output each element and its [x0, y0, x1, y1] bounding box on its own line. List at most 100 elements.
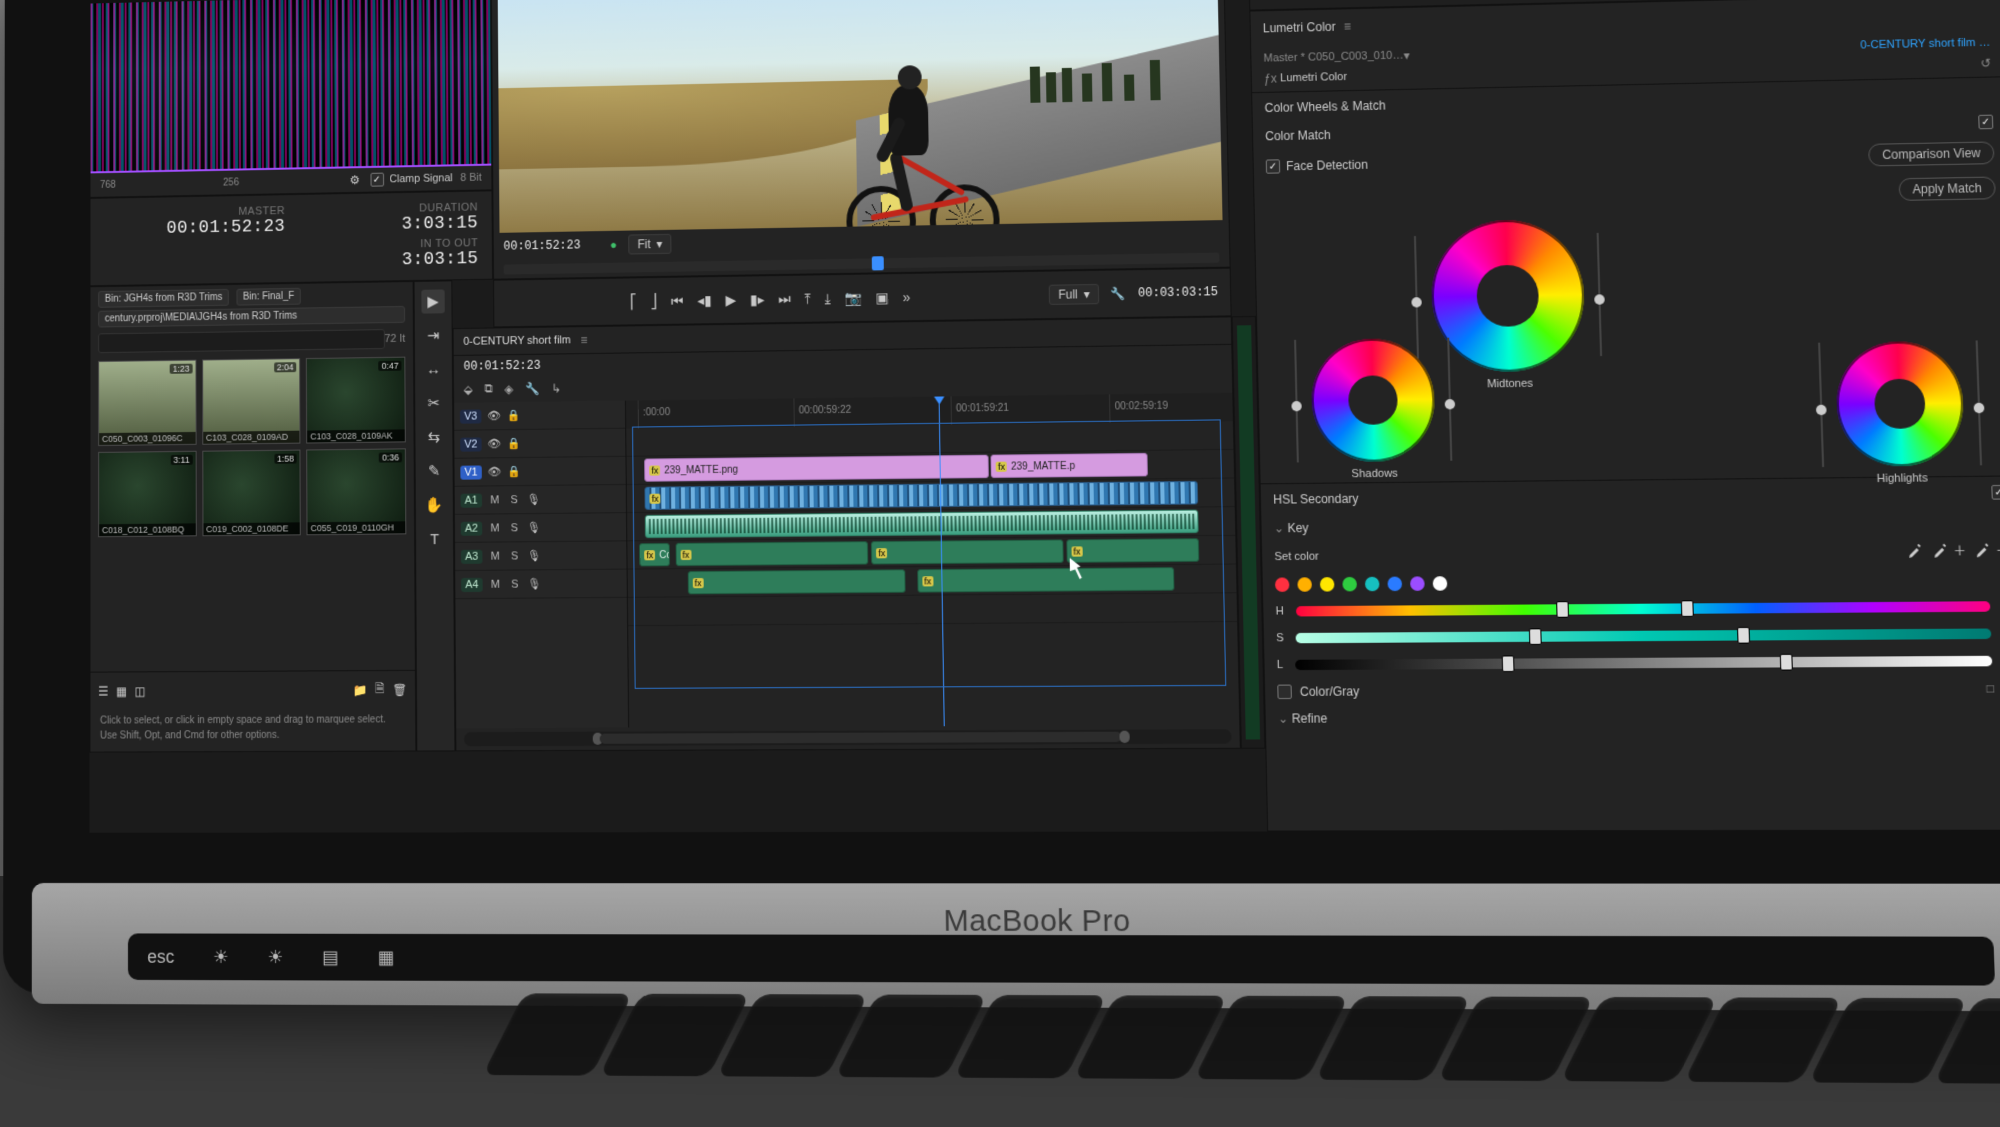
timeline-clip[interactable]: fx: [675, 541, 868, 566]
timeline-clip[interactable]: fx239_MATTE.png: [644, 455, 988, 482]
hand-tool[interactable]: ✋: [423, 493, 446, 517]
project-clip[interactable]: 0:36C055_C019_0110GH: [307, 448, 407, 535]
eyedropper-sub[interactable]: －: [1974, 541, 2000, 559]
hsl-key-label[interactable]: Key: [1287, 521, 1308, 536]
hsl-swatch[interactable]: [1297, 577, 1312, 592]
project-clip[interactable]: 1:58C019_C002_0108DE: [202, 450, 301, 537]
program-current-tc[interactable]: 00:01:52:23: [503, 238, 580, 253]
icon-view-icon[interactable]: ▦: [116, 684, 127, 698]
timeline-clip[interactable]: fx: [688, 569, 906, 594]
brightness-down-icon[interactable]: ☀︎: [213, 946, 229, 967]
mark-in-icon[interactable]: ⎡: [630, 293, 637, 310]
comparison-view-button[interactable]: Comparison View: [1868, 141, 1994, 166]
section-hsl[interactable]: HSL Secondary: [1273, 492, 1359, 507]
touch-bar[interactable]: esc ☀︎ ☀ ▤ ▦: [128, 933, 1995, 985]
section-color-wheels[interactable]: Color Wheels & Match: [1264, 98, 1385, 115]
list-view-icon[interactable]: ☰: [98, 684, 108, 698]
brightness-up-icon[interactable]: ☀: [267, 946, 283, 967]
type-tool[interactable]: T: [423, 527, 447, 551]
mission-control-icon[interactable]: ▤: [322, 946, 339, 967]
export-frame-icon[interactable]: 📷: [844, 289, 862, 306]
hsl-swatch[interactable]: [1387, 577, 1402, 592]
resolution-select[interactable]: Full▾: [1049, 284, 1099, 305]
eyedropper-set[interactable]: [1907, 543, 1924, 560]
settings-icon[interactable]: 🔧: [525, 381, 540, 395]
h-range[interactable]: [1296, 601, 1990, 616]
hsl-swatch[interactable]: [1410, 576, 1425, 591]
bin-path[interactable]: century.prproj\MEDIA\JGH4s from R3D Trim…: [98, 306, 405, 328]
track-select-tool[interactable]: ⇥: [422, 323, 445, 347]
mark-out-icon[interactable]: ⎦: [650, 292, 657, 309]
clamp-signal-toggle[interactable]: ✓Clamp Signal: [370, 171, 453, 186]
sequence-link[interactable]: 0-CENTURY short film …: [1860, 36, 1990, 51]
lift-icon[interactable]: ⤒: [804, 290, 810, 307]
s-range[interactable]: [1296, 628, 1991, 643]
step-back-icon[interactable]: ◂▮: [697, 292, 712, 309]
snap-icon[interactable]: ⬙: [464, 382, 473, 396]
shadows-wheel[interactable]: [1310, 338, 1436, 462]
timeline-clip[interactable]: [645, 510, 1198, 539]
bin-crumb[interactable]: Bin: JGH4s from R3D Trims: [98, 289, 229, 308]
link-icon[interactable]: ⧉: [484, 381, 492, 396]
video-track-header[interactable]: V3👁🔒: [454, 401, 625, 431]
slip-tool[interactable]: ⇆: [422, 425, 445, 449]
project-clip[interactable]: 3:11C018_C012_0108BQ: [98, 451, 196, 537]
bin-crumb[interactable]: Bin: Final_F: [236, 288, 301, 306]
hsl-swatch[interactable]: [1342, 577, 1357, 592]
launchpad-icon[interactable]: ▦: [378, 947, 395, 968]
hsl-preset-swatches[interactable]: [1275, 576, 1447, 592]
face-detection-toggle[interactable]: ✓ Face Detection: [1266, 158, 1369, 174]
sequence-tab[interactable]: 0-CENTURY short film: [463, 334, 570, 348]
play-icon[interactable]: ▶: [725, 291, 736, 308]
eyedropper-add[interactable]: ＋: [1932, 542, 1966, 560]
timeline-zoom[interactable]: [464, 729, 1231, 746]
safe-margins-icon[interactable]: ▣: [876, 289, 889, 306]
audio-track-header[interactable]: A4MS🎙: [455, 570, 627, 600]
hsl-swatch[interactable]: [1433, 576, 1448, 591]
extract-icon[interactable]: ⤓: [824, 290, 830, 307]
ripple-tool[interactable]: ↔: [422, 357, 445, 381]
step-fwd-icon[interactable]: ▮▸: [750, 291, 765, 308]
settings-icon[interactable]: ⚙: [347, 172, 362, 188]
zoom-fit-select[interactable]: Fit▾: [629, 234, 672, 255]
esc-key[interactable]: esc: [147, 946, 174, 967]
apply-match-button[interactable]: Apply Match: [1898, 176, 1995, 200]
project-clip[interactable]: 2:04C103_C028_0109AD: [202, 358, 301, 445]
marker-icon[interactable]: ◈: [504, 382, 513, 396]
color-match-toggle[interactable]: ✓: [1978, 115, 1993, 130]
go-to-in-icon[interactable]: ⏮: [671, 292, 684, 309]
timeline-clip[interactable]: fx: [645, 481, 1198, 510]
hsl-swatch[interactable]: [1365, 577, 1380, 592]
go-to-out-icon[interactable]: ⏭: [778, 290, 791, 307]
video-track-header[interactable]: V1👁🔒: [454, 457, 625, 487]
audio-track-header[interactable]: A2MS🎙: [455, 513, 626, 543]
timeline-clip[interactable]: fx: [1066, 538, 1199, 563]
more-icon[interactable]: »: [903, 289, 911, 305]
hsl-refine-label[interactable]: Refine: [1292, 711, 1328, 726]
audio-track-header[interactable]: A3MS🎙: [455, 541, 627, 571]
trash-icon[interactable]: 🗑: [392, 682, 407, 696]
wrench-icon[interactable]: 🔧: [1111, 287, 1126, 301]
timeline-current-tc[interactable]: 00:01:52:23: [464, 359, 541, 374]
razor-tool[interactable]: ✂: [422, 391, 445, 415]
freeform-view-icon[interactable]: ◫: [135, 684, 146, 698]
hsl-swatch[interactable]: [1320, 577, 1335, 592]
new-bin-icon[interactable]: 📁: [353, 683, 368, 697]
keyboard[interactable]: [0, 992, 2000, 1127]
selection-tool[interactable]: ▶: [421, 289, 444, 313]
program-transport[interactable]: ⎡ ⎦ ⏮ ◂▮ ▶ ▮▸ ⏭ ⤒ ⤓ 📷 ▣ »: [506, 278, 1038, 320]
timeline-clip[interactable]: fxConsta…: [639, 543, 669, 566]
project-clip[interactable]: 1:23C050_C003_01096C: [98, 360, 196, 446]
highlights-wheel[interactable]: [1835, 341, 1965, 467]
new-item-icon[interactable]: 🗎: [375, 679, 385, 700]
color-gray-toggle[interactable]: [1277, 685, 1292, 700]
pen-tool[interactable]: ✎: [422, 459, 445, 483]
audio-track-header[interactable]: A1MS🎙: [455, 485, 626, 515]
project-clip[interactable]: 0:47C103_C028_0109AK: [306, 357, 406, 444]
timeline-clip[interactable]: fx239_MATTE.p: [991, 453, 1148, 478]
video-track-header[interactable]: V2👁🔒: [454, 429, 625, 459]
timeline-clip[interactable]: fx: [917, 567, 1175, 593]
add-track-icon[interactable]: ↳: [551, 381, 561, 395]
timeline-clip[interactable]: fx: [871, 539, 1063, 564]
hsl-swatch[interactable]: [1275, 577, 1290, 592]
